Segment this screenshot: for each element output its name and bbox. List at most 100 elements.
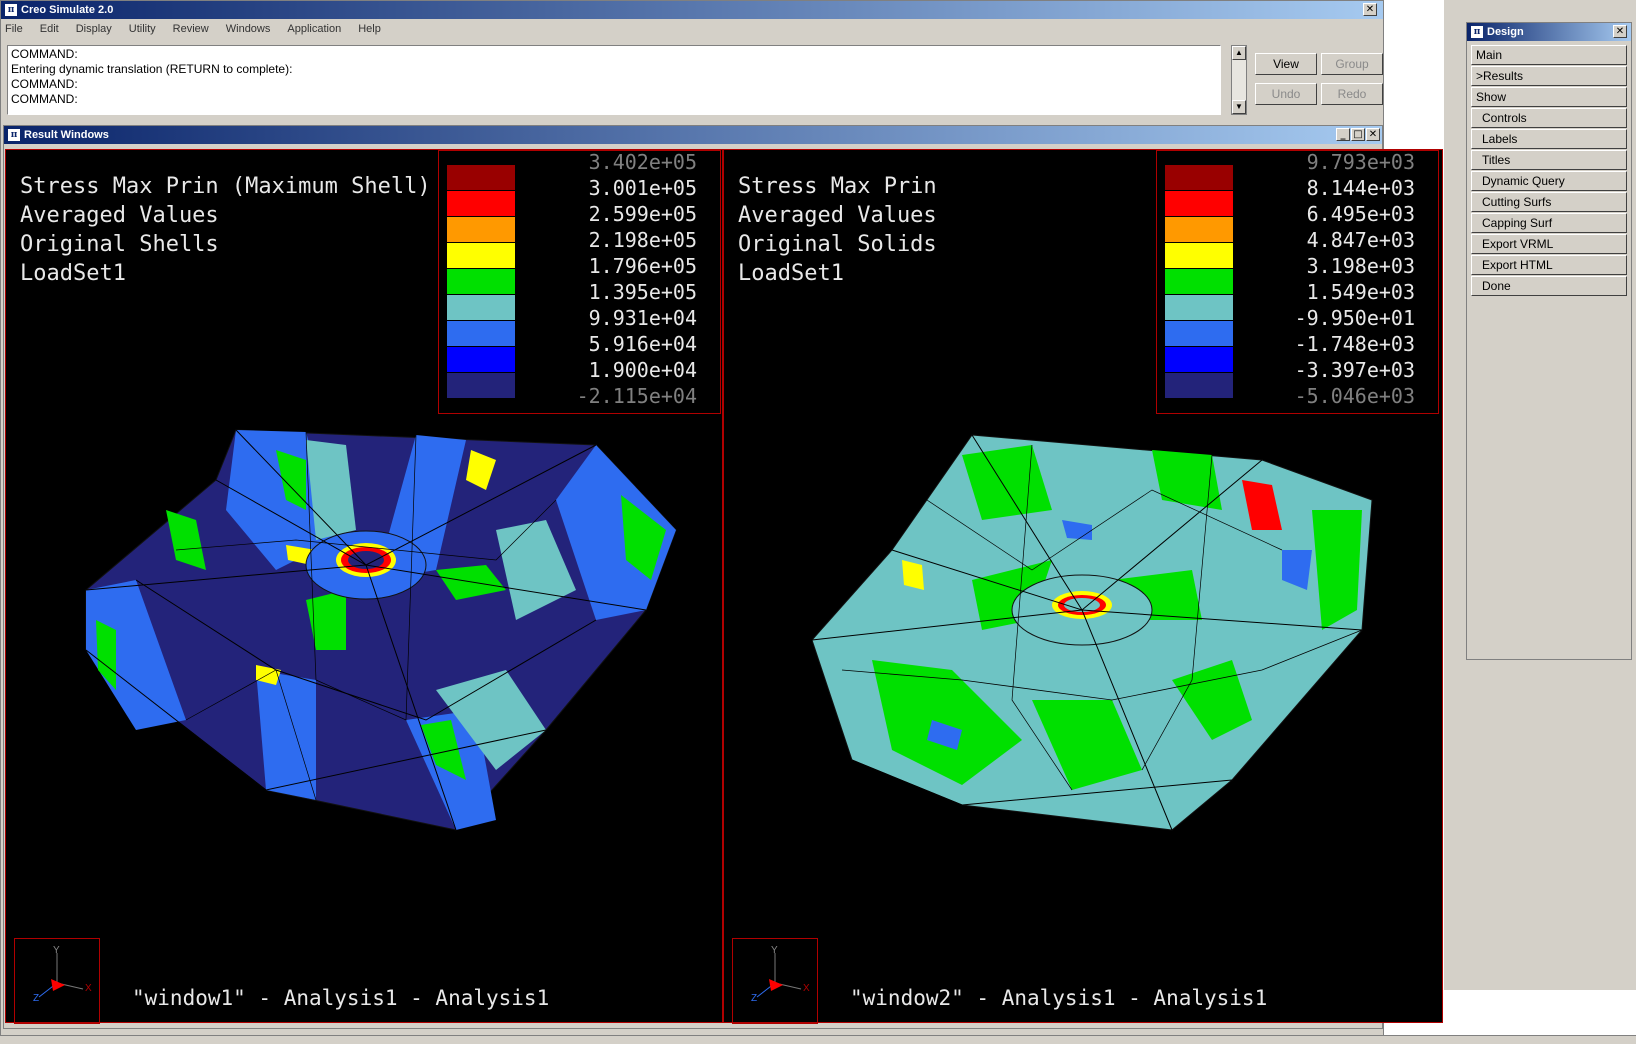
viewport-window2[interactable]: Stress Max Prin Averaged Values Original… [723, 149, 1443, 1024]
command-output[interactable]: COMMAND: Entering dynamic translation (R… [7, 45, 1221, 115]
legend-swatch [1165, 165, 1233, 190]
design-menu-controls[interactable]: Controls [1471, 108, 1627, 128]
axis-letter-x: X [85, 983, 92, 994]
design-menu-capping-surf[interactable]: Capping Surf [1471, 213, 1627, 233]
menu-help[interactable]: Help [358, 23, 381, 35]
undo-button[interactable]: Undo [1255, 83, 1317, 105]
legend-value: -2.115e+04 [576, 384, 697, 408]
legend-value: 6.495e+03 [1306, 202, 1415, 226]
main-close-button[interactable]: ✕ [1363, 3, 1377, 16]
legend-value: 3.402e+05 [588, 150, 697, 174]
command-line: COMMAND: [11, 77, 78, 91]
color-legend: 9.793e+03 8.144e+03 6.495e+03 4.847e+03 … [1156, 150, 1439, 414]
menu-display[interactable]: Display [76, 23, 112, 35]
app-title: Creo Simulate 2.0 [21, 4, 114, 16]
legend-value: 4.847e+03 [1306, 228, 1415, 252]
design-menu-export-html[interactable]: Export HTML [1471, 255, 1627, 275]
command-line: COMMAND: [11, 92, 78, 106]
legend-swatch [1165, 295, 1233, 320]
design-titlebar: π Design ✕ [1467, 23, 1631, 41]
legend-swatch [1165, 243, 1233, 268]
result-minimize-button[interactable]: _ [1336, 128, 1350, 141]
legend-value: 1.549e+03 [1306, 280, 1415, 304]
design-menu-labels[interactable]: Labels [1471, 129, 1627, 149]
legend-swatch [447, 373, 515, 398]
menu-application[interactable]: Application [287, 23, 341, 35]
design-menu-cutting-surfs[interactable]: Cutting Surfs [1471, 192, 1627, 212]
axis-triad: Y X Z [732, 938, 818, 1024]
command-scrollbar[interactable]: ▲ ▼ [1231, 45, 1247, 115]
result-maximize-button[interactable]: □ [1351, 128, 1365, 141]
fringe-plot-shell-model[interactable] [76, 420, 686, 840]
design-menu-export-vrml[interactable]: Export VRML [1471, 234, 1627, 254]
result-window-title: Result Windows [24, 129, 109, 141]
result-label-loadset: LoadSet1 [20, 261, 126, 286]
menu-edit[interactable]: Edit [40, 23, 59, 35]
design-title: Design [1487, 26, 1524, 38]
legend-value: 5.916e+04 [588, 332, 697, 356]
design-menu-main[interactable]: Main [1471, 45, 1627, 65]
legend-value: -3.397e+03 [1294, 358, 1415, 382]
viewport-footer: "window1" - Analysis1 - Analysis1 [132, 986, 550, 1010]
legend-swatch [1165, 217, 1233, 242]
menu-windows[interactable]: Windows [226, 23, 271, 35]
viewport-window1[interactable]: Stress Max Prin (Maximum Shell) Averaged… [5, 149, 723, 1024]
legend-swatch [1165, 373, 1233, 398]
menu-review[interactable]: Review [173, 23, 209, 35]
app-logo-icon: π [5, 4, 17, 16]
main-window: π Creo Simulate 2.0 ✕ File Edit Display … [0, 0, 1443, 1043]
axis-letter-z: Z [33, 993, 40, 1004]
legend-value: 9.793e+03 [1306, 150, 1415, 174]
menu-file[interactable]: File [5, 23, 23, 35]
legend-swatch [447, 243, 515, 268]
legend-swatch [1165, 347, 1233, 372]
legend-value: 1.395e+05 [588, 280, 697, 304]
legend-value: -5.046e+03 [1294, 384, 1415, 408]
color-legend: 3.402e+05 3.001e+05 2.599e+05 2.198e+05 … [438, 150, 721, 414]
command-line: Entering dynamic translation (RETURN to … [11, 62, 293, 76]
scroll-down-arrow-icon[interactable]: ▼ [1232, 100, 1246, 114]
legend-swatch [447, 191, 515, 216]
group-button[interactable]: Group [1321, 53, 1383, 75]
command-line: COMMAND: [11, 47, 78, 61]
axis-letter-y: Y [53, 945, 60, 956]
design-logo-icon: π [1471, 26, 1483, 38]
design-menu-results[interactable]: >Results [1471, 66, 1627, 86]
menu-bar: File Edit Display Utility Review Windows… [1, 19, 1383, 39]
legend-swatch [447, 269, 515, 294]
view-button[interactable]: View [1255, 53, 1317, 75]
menu-utility[interactable]: Utility [129, 23, 156, 35]
legend-swatch [447, 217, 515, 242]
legend-value: 2.599e+05 [588, 202, 697, 226]
legend-swatch [447, 295, 515, 320]
legend-value: 2.198e+05 [588, 228, 697, 252]
axis-letter-y: Y [771, 945, 778, 956]
result-close-button[interactable]: ✕ [1366, 128, 1380, 141]
result-label-averaging: Averaged Values [20, 203, 219, 228]
result-label-geometry: Original Solids [738, 232, 937, 257]
design-menu-show[interactable]: Show [1471, 87, 1627, 107]
legend-swatch [447, 347, 515, 372]
scroll-up-arrow-icon[interactable]: ▲ [1232, 46, 1246, 60]
design-menu-dynamic-query[interactable]: Dynamic Query [1471, 171, 1627, 191]
result-label-quantity: Stress Max Prin [738, 174, 937, 199]
design-close-button[interactable]: ✕ [1613, 25, 1627, 38]
axis-letter-z: Z [751, 993, 758, 1004]
result-label-quantity: Stress Max Prin (Maximum Shell) [20, 174, 431, 199]
legend-value: 9.931e+04 [588, 306, 697, 330]
fringe-plot-solid-model[interactable] [812, 430, 1392, 840]
legend-value: 3.001e+05 [588, 176, 697, 200]
result-label-averaging: Averaged Values [738, 203, 937, 228]
legend-swatch [447, 165, 515, 190]
design-panel: π Design ✕ Main >Results Show Controls L… [1466, 22, 1632, 660]
axis-triad: Y X Z [14, 938, 100, 1024]
legend-swatch [1165, 269, 1233, 294]
design-menu-done[interactable]: Done [1471, 276, 1627, 296]
result-logo-icon: π [8, 129, 20, 141]
design-menu-titles[interactable]: Titles [1471, 150, 1627, 170]
redo-button[interactable]: Redo [1321, 83, 1383, 105]
result-label-geometry: Original Shells [20, 232, 219, 257]
result-label-loadset: LoadSet1 [738, 261, 844, 286]
result-titlebar: π Result Windows _ □ ✕ [4, 126, 1382, 144]
legend-value: -1.748e+03 [1294, 332, 1415, 356]
